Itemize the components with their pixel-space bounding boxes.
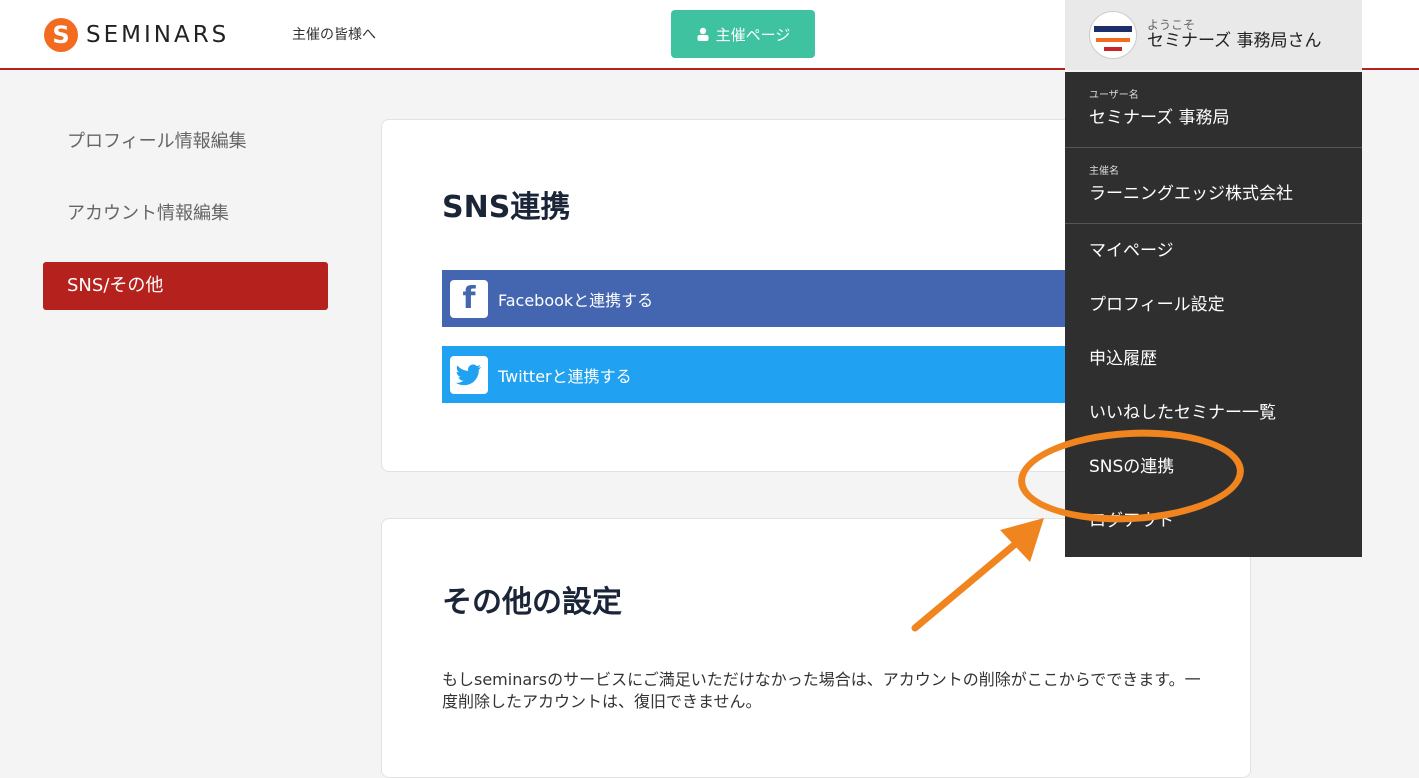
other-settings-card: その他の設定 もしseminarsのサービスにご満足いただけなかった場合は、アカ…: [381, 518, 1251, 778]
delete-account-notice: もしseminarsのサービスにご満足いただけなかった場合は、アカウントの削除が…: [442, 670, 1201, 711]
sidebar-item-account[interactable]: アカウント情報編集: [43, 190, 328, 238]
for-hosts-link[interactable]: 主催の皆様へ: [292, 24, 376, 44]
host-name-value: ラーニングエッジ株式会社: [1089, 184, 1293, 204]
username-block: ユーザー名 セミナーズ 事務局: [1065, 72, 1362, 148]
host-name-label: 主催名: [1089, 166, 1119, 177]
facebook-connect-label: Facebookと連携する: [498, 290, 654, 310]
avatar: [1089, 11, 1137, 59]
sidebar-item-profile[interactable]: プロフィール情報編集: [43, 118, 328, 166]
user-icon: [697, 27, 709, 41]
twitter-icon: [450, 355, 488, 394]
user-greeting: ようこそ セミナーズ 事務局さん: [1147, 18, 1322, 52]
host-page-label: 主催ページ: [715, 25, 791, 44]
username-label: ユーザー名: [1089, 90, 1139, 101]
other-settings-title: その他の設定: [442, 585, 622, 620]
user-menu-toggle[interactable]: ようこそ セミナーズ 事務局さん: [1065, 0, 1362, 70]
user-name: セミナーズ 事務局さん: [1147, 31, 1322, 52]
facebook-icon: f: [450, 279, 488, 318]
logo-mark: S: [44, 18, 78, 52]
sns-card-title: SNS連携: [442, 190, 571, 225]
twitter-connect-label: Twitterと連携する: [498, 366, 632, 386]
menu-item-profile-settings[interactable]: プロフィール設定: [1065, 278, 1362, 332]
menu-item-mypage[interactable]: マイページ: [1065, 224, 1362, 278]
seminars-logo[interactable]: S SEMINARS: [44, 16, 229, 54]
logo-text: SEMINARS: [86, 22, 230, 48]
settings-sidebar: プロフィール情報編集 アカウント情報編集 SNS/その他: [43, 118, 328, 334]
site-header: S SEMINARS 主催の皆様へ 主催ページ ようこそ セミナーズ 事務局さん: [0, 0, 1419, 70]
menu-item-application-history[interactable]: 申込履歴: [1065, 332, 1362, 386]
sidebar-item-sns-other[interactable]: SNS/その他: [43, 262, 328, 310]
host-page-button[interactable]: 主催ページ: [671, 10, 815, 58]
host-name-block: 主催名 ラーニングエッジ株式会社: [1065, 148, 1362, 224]
username-value: セミナーズ 事務局: [1089, 108, 1230, 128]
